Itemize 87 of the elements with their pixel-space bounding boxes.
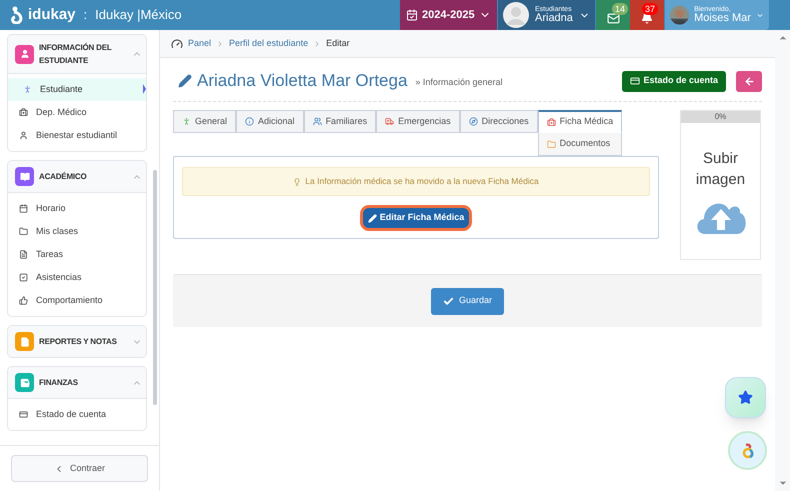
sidebar-item[interactable]: Comportamiento: [8, 289, 146, 312]
assistant-button[interactable]: [728, 431, 767, 470]
back-button[interactable]: [736, 70, 762, 92]
medical-kit-icon: [546, 118, 556, 126]
messages-badge: 14: [612, 3, 628, 15]
edit-medical-record-button[interactable]: Editar Ficha Médica: [362, 208, 470, 228]
dropdown-item[interactable]: Documentos: [538, 133, 622, 156]
users-icon: [312, 117, 322, 126]
person-icon: [182, 117, 191, 126]
image-upload-panel[interactable]: 0% Subir imagen: [680, 110, 761, 260]
info-icon: [245, 117, 254, 126]
item-label: Comportamiento: [36, 294, 103, 307]
sidebar-item[interactable]: Dep. Médico: [8, 101, 146, 124]
sidebar-item[interactable]: Estado de cuenta: [8, 403, 146, 426]
brand-name: idukay: [28, 4, 76, 25]
chameleon-logo-icon: [740, 442, 754, 458]
credit-card-icon: [19, 410, 28, 419]
item-label: Estado de cuenta: [36, 408, 106, 421]
section-title: FINANZAS: [39, 377, 79, 389]
star-icon: [738, 390, 753, 405]
item-label: Bienestar estudiantil: [36, 128, 118, 142]
item-label: Dep. Médico: [36, 106, 87, 119]
calendar-icon: [19, 204, 28, 213]
check-icon: [442, 296, 454, 306]
favorites-button[interactable]: [725, 377, 766, 418]
folder-icon: [546, 140, 556, 148]
person-icon: [19, 131, 28, 140]
sidebar-item[interactable]: Horario: [8, 197, 146, 220]
tab[interactable]: Ficha Médica: [538, 110, 622, 133]
notice-text: La Información médica se ha movido a la nueva Ficha Médica: [305, 175, 539, 188]
person-icon: [23, 85, 32, 94]
lightbulb-icon: [293, 178, 302, 186]
save-button[interactable]: Guardar: [431, 288, 504, 314]
dashboard-icon: [171, 38, 183, 50]
section-header[interactable]: REPORTES Y NOTAS: [8, 326, 146, 357]
notifications-badge: 37: [642, 3, 658, 15]
logo-icon: [10, 6, 24, 24]
item-label: Asistencias: [36, 270, 82, 284]
item-label: Horario: [36, 202, 66, 215]
section-title: REPORTES Y NOTAS: [39, 336, 118, 348]
year-selector[interactable]: 2024-2025: [400, 0, 497, 30]
credit-card-icon: [630, 76, 640, 86]
checkbox-icon: [19, 273, 28, 282]
section-title: INFORMACIÓN DEL ESTUDIANTE: [39, 42, 112, 67]
calendar-icon: [406, 9, 418, 21]
tab[interactable]: Emergencias: [376, 110, 460, 133]
section-header[interactable]: FINANZAS: [8, 367, 146, 399]
sidebar-item[interactable]: Tareas: [8, 243, 146, 266]
breadcrumb-link[interactable]: Panel: [188, 36, 212, 50]
breadcrumb-link[interactable]: Perfil del estudiante: [229, 36, 308, 50]
upload-label: Subir imagen: [694, 149, 746, 190]
sidebar-item[interactable]: Mis clases: [8, 220, 146, 243]
page-title: Ariadna Violetta Mar Ortega: [197, 70, 408, 92]
student-name: Ariadna: [535, 13, 573, 24]
selection-marker: [143, 84, 146, 94]
collapse-button[interactable]: Contraer: [11, 455, 148, 482]
tab[interactable]: Adicional: [236, 110, 304, 133]
mail-icon: [606, 12, 620, 24]
separator: :: [84, 6, 88, 24]
page-subtitle: » Información general: [415, 76, 502, 90]
thumbs-up-icon: [19, 296, 28, 305]
sidebar-item[interactable]: Estudiante: [8, 78, 146, 101]
account-statement-button[interactable]: Estado de cuenta: [622, 70, 726, 92]
school-name: Idukay |México: [95, 6, 182, 24]
section-header[interactable]: ACADÉMICO: [8, 161, 146, 193]
user-name: Moises Mar: [694, 13, 751, 24]
section-title: ACADÉMICO: [39, 170, 88, 183]
notifications-button[interactable]: 37: [630, 0, 664, 30]
ambulance-icon: [385, 117, 394, 126]
avatar-icon: [503, 2, 529, 28]
item-label: Tareas: [36, 248, 64, 261]
section-header[interactable]: INFORMACIÓN DEL ESTUDIANTE: [8, 35, 146, 74]
medical-kit-icon: [19, 108, 28, 117]
sidebar-item[interactable]: Asistencias: [8, 266, 146, 289]
pencil-icon: [368, 214, 377, 222]
document-icon: [19, 250, 28, 259]
sidebar-item[interactable]: Bienestar estudiantil: [8, 124, 146, 147]
tab[interactable]: Direcciones: [460, 110, 538, 133]
item-label: Mis clases: [36, 224, 78, 238]
arrow-left-icon: [744, 76, 754, 86]
tab[interactable]: General: [173, 110, 236, 133]
tab[interactable]: Familiares: [304, 110, 376, 133]
edit-icon: [178, 74, 192, 88]
progress-label: 0%: [714, 111, 728, 123]
item-label: Estudiante: [40, 82, 83, 96]
compass-icon: [468, 117, 478, 126]
folder-icon: [19, 227, 28, 236]
